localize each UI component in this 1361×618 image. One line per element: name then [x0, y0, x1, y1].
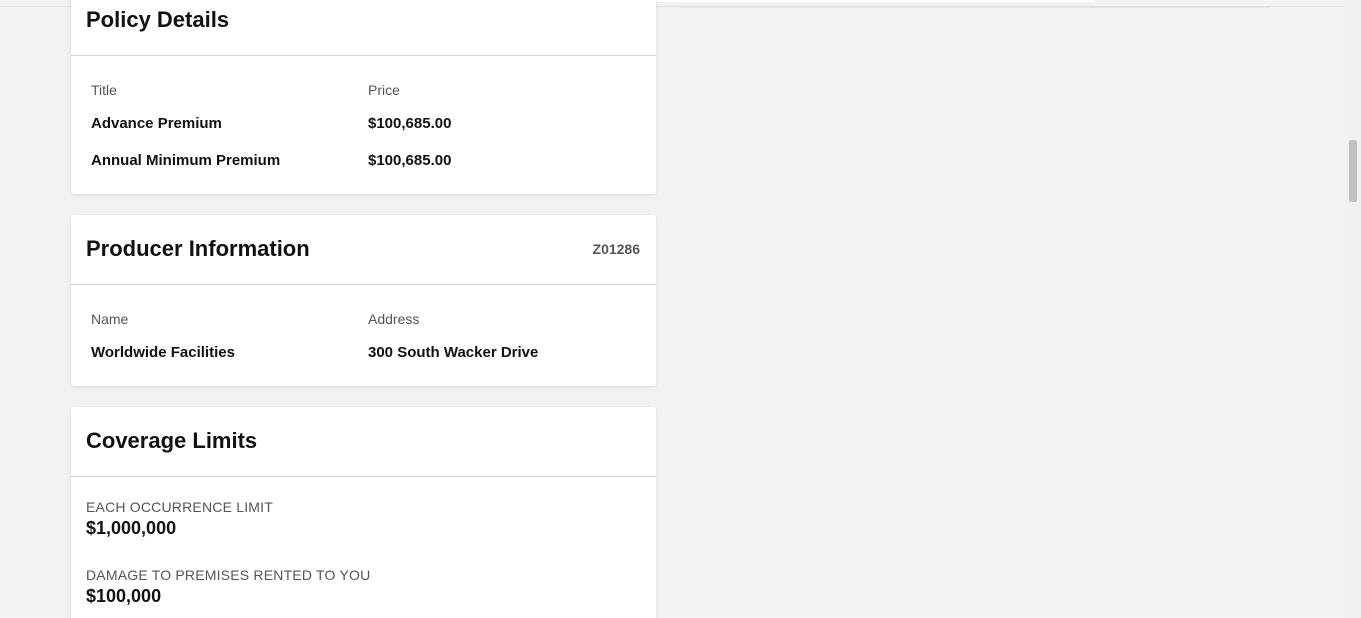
- vertical-scrollbar[interactable]: [1345, 0, 1361, 618]
- producer-information-header: Producer Information Z01286: [71, 215, 656, 285]
- producer-name: Worldwide Facilities: [91, 344, 235, 361]
- policy-row-price: $100,685.00: [368, 115, 452, 132]
- limit-label: EACH OCCURRENCE LIMIT: [86, 499, 273, 515]
- limit-label: DAMAGE TO PREMISES RENTED TO YOU: [86, 567, 371, 583]
- policy-row-price: $100,685.00: [368, 152, 452, 169]
- coverage-limits-header: Coverage Limits: [71, 407, 656, 477]
- column-header-title: Title: [91, 82, 117, 98]
- policy-details-header: Policy Details: [71, 0, 656, 56]
- producer-address: 300 South Wacker Drive: [368, 344, 539, 361]
- coverage-limits-title: Coverage Limits: [86, 428, 258, 453]
- coverage-limits-card: Coverage Limits EACH OCCURRENCE LIMIT $1…: [71, 407, 656, 618]
- limit-value: $100,000: [86, 586, 162, 606]
- column-header-address: Address: [368, 311, 420, 327]
- producer-information-title: Producer Information: [86, 236, 310, 261]
- policy-row-title: Advance Premium: [91, 115, 222, 132]
- policy-details-title: Policy Details: [86, 7, 230, 32]
- producer-information-card: Producer Information Z01286 Name Address…: [71, 215, 656, 386]
- column-header-name: Name: [91, 311, 129, 327]
- scrollbar-thumb[interactable]: [1349, 140, 1357, 202]
- policy-details-card: Policy Details Title Price Advance Premi…: [71, 0, 656, 194]
- page: Policy Details Title Price Advance Premi…: [0, 0, 1361, 618]
- column-header-price: Price: [368, 82, 400, 98]
- right-panel-edge: [680, 0, 1270, 8]
- policy-row-title: Annual Minimum Premium: [91, 152, 281, 169]
- producer-code: Z01286: [592, 241, 640, 257]
- limit-value: $1,000,000: [86, 518, 177, 538]
